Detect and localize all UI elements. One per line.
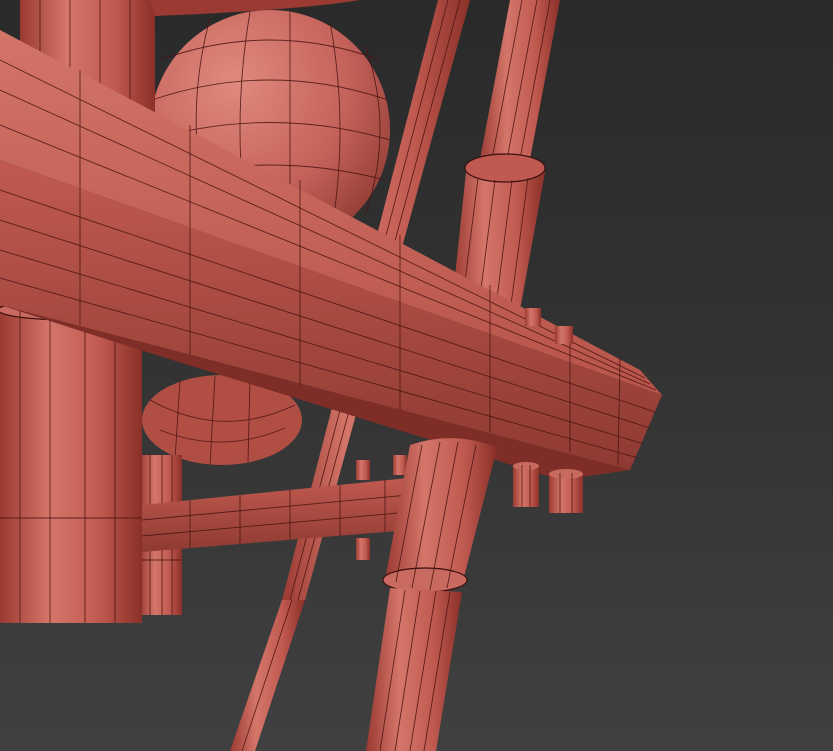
right-leg	[452, 0, 560, 315]
left-cylinder	[0, 299, 143, 623]
scene-render	[0, 0, 662, 751]
3d-viewport[interactable]	[0, 0, 833, 751]
